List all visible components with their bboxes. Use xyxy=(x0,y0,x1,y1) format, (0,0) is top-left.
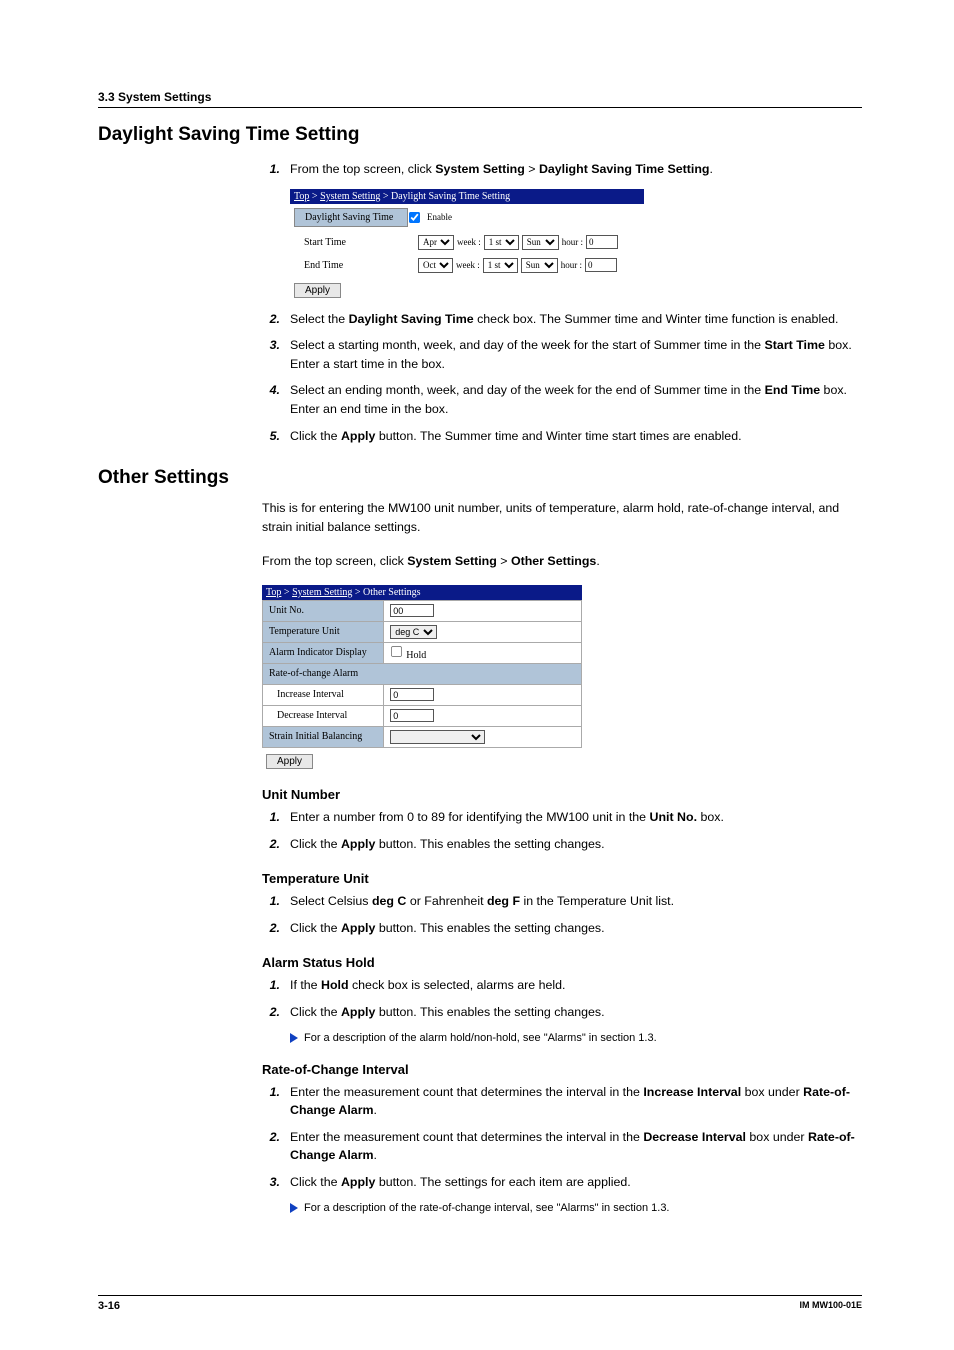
heading-temp-unit: Temperature Unit xyxy=(262,871,862,886)
heading-other-settings: Other Settings xyxy=(98,467,862,489)
roc-note: For a description of the rate-of-change … xyxy=(290,1202,862,1214)
hold-label: Hold xyxy=(406,650,426,661)
dst-step-5: 5. Click the Apply button. The Summer ti… xyxy=(262,427,862,446)
temp-unit-select[interactable]: deg C xyxy=(390,625,437,639)
label-roc-alarm: Rate-of-change Alarm xyxy=(263,663,582,684)
heading-dst: Daylight Saving Time Setting xyxy=(98,124,862,146)
dst-step-4: 4. Select an ending month, week, and day… xyxy=(262,381,862,418)
dst-apply-button[interactable]: Apply xyxy=(294,283,341,298)
tempunit-step-1: 1. Select Celsius deg C or Fahrenheit de… xyxy=(262,892,862,911)
step-number: 1. xyxy=(262,160,280,179)
unit-no-input[interactable] xyxy=(390,604,434,617)
dst-enable-checkbox[interactable] xyxy=(409,212,420,223)
start-week-select[interactable]: 1 st xyxy=(484,235,519,250)
doc-id: IM MW100-01E xyxy=(799,1300,862,1312)
end-day-select[interactable]: Sun xyxy=(521,258,558,273)
start-hour-input[interactable] xyxy=(586,235,618,249)
strain-balancing-select[interactable] xyxy=(390,730,485,744)
alarm-hold-note: For a description of the alarm hold/non-… xyxy=(290,1032,862,1044)
triangle-right-icon xyxy=(290,1203,298,1213)
label-alarm-indicator: Alarm Indicator Display xyxy=(263,642,384,663)
label-temp-unit: Temperature Unit xyxy=(263,621,384,642)
label-end-time: End Time xyxy=(294,260,418,271)
step-number: 3. xyxy=(262,336,280,373)
step-number: 2. xyxy=(262,310,280,329)
step-number: 2. xyxy=(262,835,280,854)
end-month-select[interactable]: Oct xyxy=(418,258,453,273)
heading-alarm-hold: Alarm Status Hold xyxy=(262,955,862,970)
step-number: 1. xyxy=(262,892,280,911)
decrease-interval-input[interactable] xyxy=(390,709,434,722)
roc-step-3: 3. Click the Apply button. The settings … xyxy=(262,1173,862,1192)
enable-label: Enable xyxy=(427,212,452,222)
label-strain-balancing: Strain Initial Balancing xyxy=(263,726,384,747)
label-increase-interval: Increase Interval xyxy=(263,684,384,705)
dst-embedded-app: Top > System Setting > Daylight Saving T… xyxy=(290,189,644,298)
label-dst: Daylight Saving Time xyxy=(294,208,408,227)
other-embedded-app: Top > System Setting > Other Settings Un… xyxy=(262,585,582,769)
hour-label: hour : xyxy=(562,237,583,247)
roc-step-2: 2. Enter the measurement count that dete… xyxy=(262,1128,862,1165)
crumb-page: Other Settings xyxy=(363,587,421,598)
start-month-select[interactable]: Apr xyxy=(418,235,454,250)
step-number: 1. xyxy=(262,808,280,827)
page-number: 3-16 xyxy=(98,1300,120,1312)
hour-label: hour : xyxy=(561,260,582,270)
label-unit-no: Unit No. xyxy=(263,600,384,621)
step-number: 2. xyxy=(262,1128,280,1165)
step-number: 1. xyxy=(262,976,280,995)
other-from: From the top screen, click System Settin… xyxy=(262,552,862,571)
alarmhold-step-1: 1. If the Hold check box is selected, al… xyxy=(262,976,862,995)
crumb-top[interactable]: Top xyxy=(294,191,309,202)
dst-step-3: 3. Select a starting month, week, and da… xyxy=(262,336,862,373)
unitno-step-1: 1. Enter a number from 0 to 89 for ident… xyxy=(262,808,862,827)
hold-checkbox[interactable] xyxy=(391,646,402,657)
triangle-right-icon xyxy=(290,1033,298,1043)
crumb-sys[interactable]: System Setting xyxy=(292,587,352,598)
crumb-page: Daylight Saving Time Setting xyxy=(391,191,510,202)
week-label: week : xyxy=(456,260,480,270)
alarmhold-step-2: 2. Click the Apply button. This enables … xyxy=(262,1003,862,1022)
dst-step-2: 2. Select the Daylight Saving Time check… xyxy=(262,310,862,329)
end-hour-input[interactable] xyxy=(585,258,617,272)
heading-roc-interval: Rate-of-Change Interval xyxy=(262,1062,862,1077)
unitno-step-2: 2. Click the Apply button. This enables … xyxy=(262,835,862,854)
step-number: 5. xyxy=(262,427,280,446)
dst-step-1: 1. From the top screen, click System Set… xyxy=(262,160,862,179)
tempunit-step-2: 2. Click the Apply button. This enables … xyxy=(262,919,862,938)
other-intro: This is for entering the MW100 unit numb… xyxy=(262,499,862,537)
step-number: 4. xyxy=(262,381,280,418)
crumb-sys[interactable]: System Setting xyxy=(320,191,380,202)
page-footer: 3-16 IM MW100-01E xyxy=(98,1295,862,1312)
crumb-top[interactable]: Top xyxy=(266,587,281,598)
breadcrumb: Top > System Setting > Daylight Saving T… xyxy=(290,189,644,204)
step-number: 2. xyxy=(262,1003,280,1022)
step-number: 1. xyxy=(262,1083,280,1120)
step-number: 2. xyxy=(262,919,280,938)
week-label: week : xyxy=(457,237,481,247)
label-start-time: Start Time xyxy=(294,237,418,248)
label-decrease-interval: Decrease Interval xyxy=(263,705,384,726)
start-day-select[interactable]: Sun xyxy=(522,235,559,250)
running-header: 3.3 System Settings xyxy=(98,90,862,108)
heading-unit-number: Unit Number xyxy=(262,787,862,802)
other-apply-button[interactable]: Apply xyxy=(266,754,313,769)
increase-interval-input[interactable] xyxy=(390,688,434,701)
step-number: 3. xyxy=(262,1173,280,1192)
roc-step-1: 1. Enter the measurement count that dete… xyxy=(262,1083,862,1120)
breadcrumb: Top > System Setting > Other Settings xyxy=(262,585,582,600)
end-week-select[interactable]: 1 st xyxy=(483,258,518,273)
